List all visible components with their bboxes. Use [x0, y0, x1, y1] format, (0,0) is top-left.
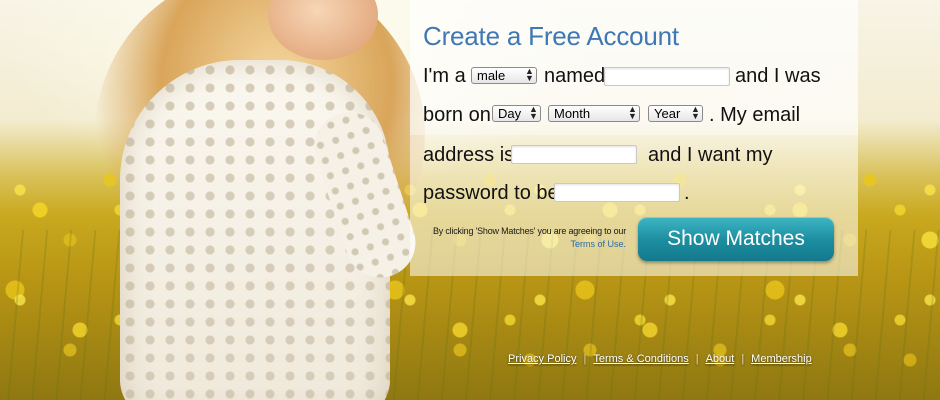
label-password-to-be: password to be [423, 182, 559, 204]
terms-of-use-link[interactable]: Terms of Use. [432, 239, 626, 249]
footer-link-about[interactable]: About [706, 353, 735, 365]
label-im-a: I'm a [423, 65, 466, 87]
label-address-is: address is [423, 144, 515, 166]
month-select[interactable]: Month ▲ ▼ [548, 105, 640, 122]
select-arrows-icon: ▲ ▼ [691, 104, 700, 121]
footer-link-privacy-policy[interactable]: Privacy Policy [508, 353, 576, 365]
label-period: . [684, 182, 690, 204]
select-arrows-icon: ▲ ▼ [525, 66, 534, 83]
select-arrows-icon: ▲ ▼ [529, 104, 538, 121]
email-input[interactable] [511, 145, 637, 164]
day-select-value: Day [498, 106, 522, 121]
password-input[interactable] [554, 183, 680, 202]
label-born-on: born on [423, 104, 491, 126]
select-arrows-icon: ▲ ▼ [628, 104, 637, 121]
show-matches-button[interactable]: Show Matches [638, 217, 834, 261]
terms-notice: By clicking 'Show Matches' you are agree… [432, 226, 626, 236]
label-and-i-want-my: and I want my [648, 144, 773, 166]
footer-separator: | [583, 353, 587, 365]
year-select[interactable]: Year ▲ ▼ [648, 105, 703, 122]
footer-links: Privacy Policy | Terms & Conditions | About |… [508, 353, 812, 365]
label-and-i-was: and I was [735, 65, 821, 87]
month-select-value: Month [554, 106, 591, 121]
form-title: Create a Free Account [423, 21, 679, 51]
label-my-email: . My email [709, 104, 801, 126]
footer-separator: | [741, 353, 745, 365]
footer-link-terms-conditions[interactable]: Terms & Conditions [593, 353, 688, 365]
footer-link-membership[interactable]: Membership [751, 353, 812, 365]
name-input[interactable] [604, 67, 730, 86]
label-named: named [544, 65, 606, 87]
footer-separator: | [695, 353, 699, 365]
gender-select-value: male [477, 68, 506, 83]
year-select-value: Year [654, 106, 681, 121]
day-select[interactable]: Day ▲ ▼ [492, 105, 541, 122]
gender-select[interactable]: male ▲ ▼ [471, 67, 537, 84]
